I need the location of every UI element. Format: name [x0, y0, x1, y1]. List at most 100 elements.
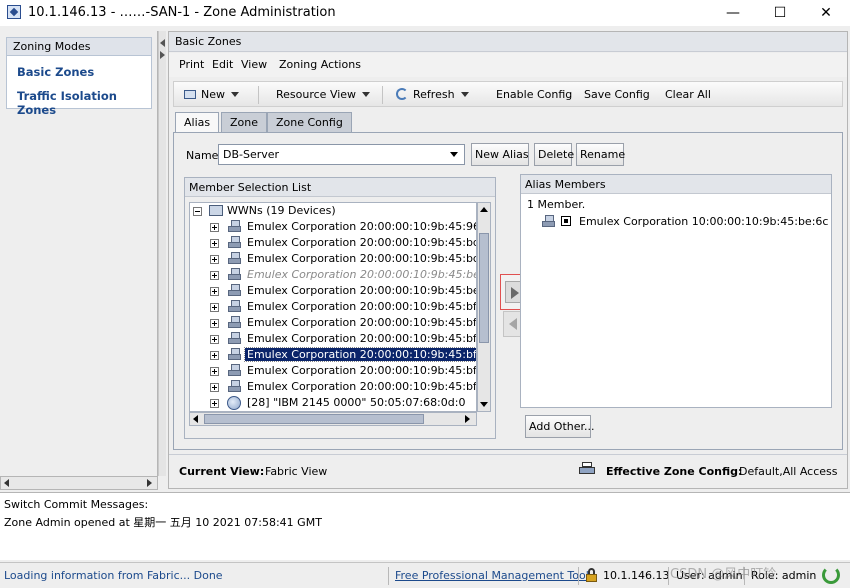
menu-view[interactable]: View	[241, 58, 267, 71]
expand-right-icon[interactable]	[160, 51, 165, 59]
scroll-left-icon[interactable]	[4, 479, 9, 487]
commit-messages-pane[interactable]: Switch Commit Messages: Zone Admin opene…	[0, 492, 850, 560]
title-bar: 10.1.146.13 - ……-SAN-1 - Zone Administra…	[0, 0, 850, 26]
member-row[interactable]: Emulex Corporation 20:00:00:10:9b:45:be:…	[190, 283, 477, 299]
expand-icon[interactable]	[210, 399, 219, 408]
sync-icon[interactable]	[822, 566, 840, 584]
maximize-button[interactable]: ☐	[757, 0, 803, 26]
left-panel-scrollbar[interactable]	[0, 476, 158, 490]
panel-title: Basic Zones	[169, 32, 847, 52]
chevron-down-icon	[460, 92, 469, 97]
member-row[interactable]: Emulex Corporation 20:00:00:10:9b:45:bf:…	[190, 315, 477, 331]
new-dropdown[interactable]: New	[184, 88, 239, 101]
member-row-label: Emulex Corporation 20:00:00:10:9b:45:bf:…	[243, 347, 476, 362]
refresh-dropdown[interactable]: Refresh	[396, 88, 469, 101]
alias-member-row[interactable]: Emulex Corporation 10:00:00:10:9b:45:be:…	[541, 214, 829, 230]
expand-icon[interactable]	[210, 351, 219, 360]
rename-button[interactable]: Rename	[576, 143, 625, 166]
member-row[interactable]: Emulex Corporation 20:00:00:10:9b:45:bf:…	[190, 331, 476, 347]
scroll-up-icon[interactable]	[480, 207, 488, 212]
clear-all-button[interactable]: Clear All	[665, 88, 711, 101]
member-row[interactable]: Emulex Corporation 20:00:00:10:9b:45:be:…	[190, 267, 476, 283]
window-title: 10.1.146.13 - ……-SAN-1 - Zone Administra…	[28, 5, 336, 20]
expand-icon[interactable]	[210, 335, 219, 344]
watermark: CSDN @风中叮铃	[670, 567, 777, 582]
member-list-horizontal-scrollbar[interactable]	[189, 412, 477, 426]
enable-config-button[interactable]: Enable Config	[496, 88, 572, 101]
scroll-right-icon[interactable]	[147, 479, 152, 487]
scroll-down-icon[interactable]	[480, 402, 488, 407]
member-row[interactable]: Emulex Corporation 20:00:00:10:9b:45:bf:…	[190, 347, 476, 363]
new-alias-button[interactable]: New Alias	[471, 143, 529, 166]
member-row[interactable]: Emulex Corporation 20:00:00:10:9b:45:bd:…	[190, 235, 476, 251]
hba-icon	[227, 316, 242, 329]
tab-alias[interactable]: Alias	[175, 112, 220, 133]
member-row-label: Emulex Corporation 20:00:00:10:9b:45:96:…	[247, 220, 477, 233]
member-row[interactable]: Emulex Corporation 20:00:00:10:9b:45:bf:…	[190, 363, 476, 379]
hba-icon	[227, 284, 242, 297]
free-management-tool-link[interactable]: Free Professional Management Tool	[395, 569, 589, 582]
member-selection-panel: Member Selection List WWNs (19 Devices) …	[184, 177, 496, 439]
current-view-label: Current View:	[179, 465, 265, 478]
member-row[interactable]: [28] "IBM 2145 0000" 50:05:07:68:0d:0	[190, 395, 476, 411]
toolbar-divider	[258, 86, 259, 104]
zone-status-bar: Current View: Fabric View Effective Zone…	[169, 454, 847, 488]
member-row-label: Emulex Corporation 20:00:00:10:9b:45:bf:…	[247, 380, 477, 393]
alias-member-count: 1 Member.	[527, 198, 586, 211]
alias-members-list[interactable]: 1 Member. Emulex Corporation 10:00:00:10…	[521, 194, 831, 407]
scroll-right-icon[interactable]	[465, 415, 470, 423]
expand-icon[interactable]	[210, 367, 219, 376]
refresh-icon	[396, 88, 408, 100]
arrow-left-icon	[509, 318, 517, 330]
member-row[interactable]: Emulex Corporation 20:00:00:10:9b:45:bf:…	[190, 299, 476, 315]
member-row[interactable]: Emulex Corporation 20:00:00:10:9b:45:bd:…	[190, 251, 476, 267]
scroll-left-icon[interactable]	[193, 415, 198, 423]
mode-traffic-isolation-zones[interactable]: Traffic Isolation Zones	[17, 89, 151, 117]
member-row-label: Emulex Corporation 20:00:00:10:9b:45:be:…	[247, 284, 477, 297]
menu-print[interactable]: Print	[179, 58, 204, 71]
member-selection-tree[interactable]: WWNs (19 Devices) Emulex Corporation 20:…	[189, 202, 477, 412]
close-button[interactable]: ✕	[803, 0, 849, 26]
member-row[interactable]: Emulex Corporation 20:00:00:10:9b:45:bf:…	[190, 379, 477, 395]
current-view-value: Fabric View	[265, 465, 328, 478]
expand-icon[interactable]	[210, 255, 219, 264]
new-label: New	[201, 88, 225, 101]
menu-bar: Print Edit View Zoning Actions	[169, 53, 847, 77]
status-divider	[578, 567, 579, 585]
menu-zoning-actions[interactable]: Zoning Actions	[279, 58, 361, 71]
tab-zone-config[interactable]: Zone Config	[267, 112, 352, 132]
member-list-vertical-scrollbar[interactable]	[477, 202, 491, 412]
resource-view-dropdown[interactable]: Resource View	[276, 88, 371, 101]
delete-button[interactable]: Delete	[534, 143, 574, 166]
printer-icon[interactable]	[579, 462, 595, 476]
left-panel: Zoning Modes Basic Zones Traffic Isolati…	[0, 31, 158, 476]
scroll-thumb[interactable]	[479, 233, 489, 343]
panel-splitter[interactable]	[158, 31, 166, 476]
menu-edit[interactable]: Edit	[212, 58, 233, 71]
expand-icon[interactable]	[210, 239, 219, 248]
collapse-icon[interactable]	[193, 207, 202, 216]
collapse-left-icon[interactable]	[160, 39, 165, 47]
expand-icon[interactable]	[210, 271, 219, 280]
save-config-button[interactable]: Save Config	[584, 88, 650, 101]
commit-message-line: Zone Admin opened at 星期一 五月 10 2021 07:5…	[4, 516, 322, 529]
member-row-label: Emulex Corporation 20:00:00:10:9b:45:bf:…	[247, 316, 477, 329]
hba-icon	[227, 220, 242, 233]
expand-icon[interactable]	[210, 223, 219, 232]
add-other-button[interactable]: Add Other...	[525, 415, 595, 438]
loading-status: Loading information from Fabric... Done	[4, 569, 223, 582]
scroll-thumb[interactable]	[204, 414, 424, 424]
mode-basic-zones[interactable]: Basic Zones	[17, 65, 94, 79]
effective-zone-config-label: Effective Zone Config:	[606, 465, 743, 478]
tab-zone[interactable]: Zone	[221, 112, 268, 132]
member-row-label: [28] "IBM 2145 0000" 50:05:07:68:0d:0	[247, 396, 466, 409]
minimize-button[interactable]: —	[710, 0, 756, 26]
name-combobox[interactable]: DB-Server	[218, 144, 465, 165]
expand-icon[interactable]	[210, 287, 219, 296]
expand-icon[interactable]	[210, 303, 219, 312]
zoning-modes-box: Zoning Modes Basic Zones Traffic Isolati…	[6, 37, 152, 117]
member-row[interactable]: Emulex Corporation 20:00:00:10:9b:45:96:…	[190, 219, 477, 235]
expand-icon[interactable]	[210, 319, 219, 328]
expand-icon[interactable]	[210, 383, 219, 392]
tree-root-wwns[interactable]: WWNs (19 Devices)	[190, 203, 476, 219]
